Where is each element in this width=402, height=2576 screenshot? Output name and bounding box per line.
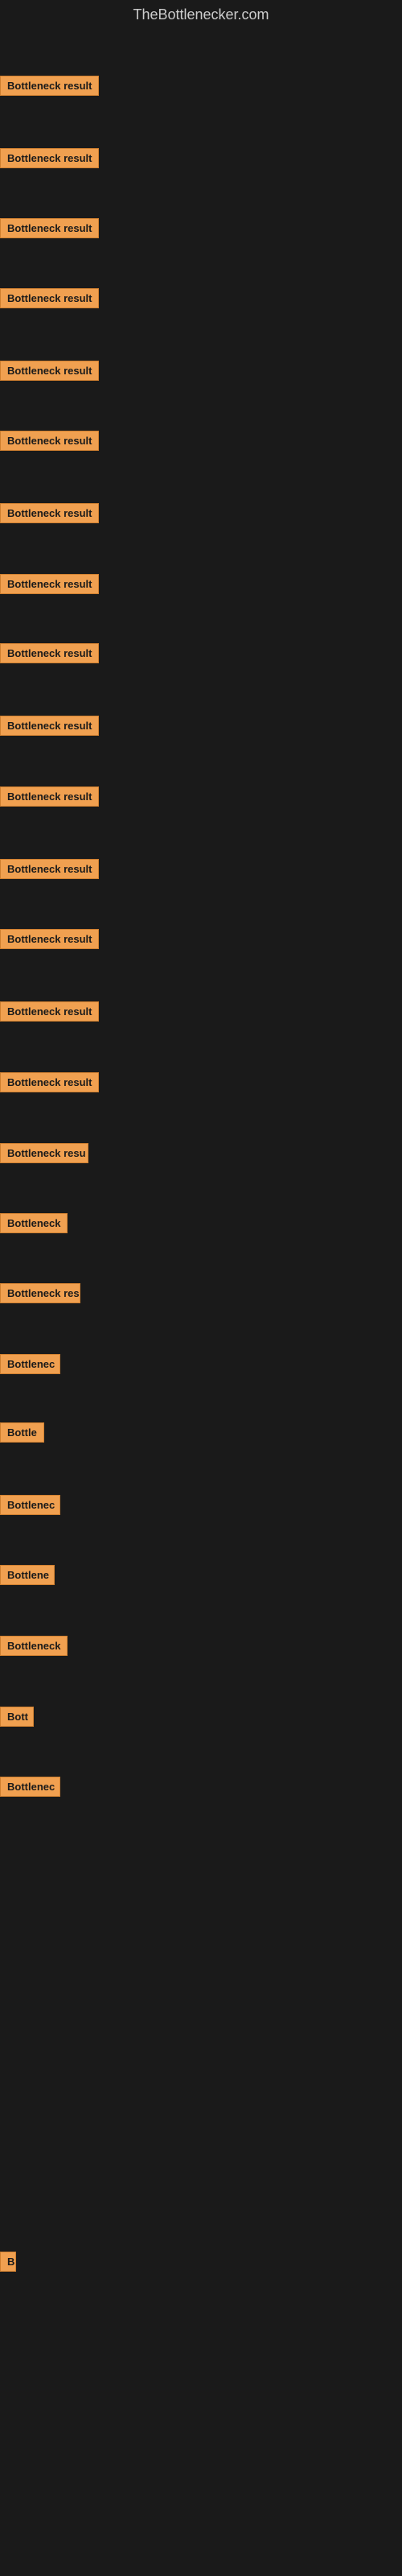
bottleneck-badge-20: Bottle (0, 1422, 44, 1443)
bottleneck-result-item-6: Bottleneck result (0, 431, 99, 455)
bottleneck-badge-3: Bottleneck result (0, 218, 99, 238)
bottleneck-result-item-3: Bottleneck result (0, 218, 99, 242)
bottleneck-badge-17: Bottleneck (0, 1213, 68, 1233)
bottleneck-result-item-16: Bottleneck resu (0, 1143, 88, 1167)
bottleneck-result-item-27: B (0, 2252, 16, 2276)
bottleneck-result-item-13: Bottleneck result (0, 929, 99, 953)
bottleneck-badge-4: Bottleneck result (0, 288, 99, 308)
bottleneck-badge-24: Bott (0, 1707, 34, 1727)
bottleneck-result-item-12: Bottleneck result (0, 859, 99, 883)
bottleneck-result-item-15: Bottleneck result (0, 1072, 99, 1096)
bottleneck-badge-23: Bottleneck (0, 1636, 68, 1656)
bottleneck-result-item-23: Bottleneck (0, 1636, 68, 1660)
bottleneck-badge-18: Bottleneck res (0, 1283, 80, 1303)
bottleneck-badge-27: B (0, 2252, 16, 2272)
bottleneck-result-item-4: Bottleneck result (0, 288, 99, 312)
bottleneck-result-item-7: Bottleneck result (0, 503, 99, 527)
bottleneck-badge-2: Bottleneck result (0, 148, 99, 168)
bottleneck-badge-25: Bottlenec (0, 1777, 60, 1797)
bottleneck-badge-14: Bottleneck result (0, 1001, 99, 1022)
bottleneck-badge-1: Bottleneck result (0, 76, 99, 96)
bottleneck-result-item-18: Bottleneck res (0, 1283, 80, 1307)
bottleneck-result-item-20: Bottle (0, 1422, 44, 1447)
bottleneck-result-item-24: Bott (0, 1707, 34, 1731)
bottleneck-badge-13: Bottleneck result (0, 929, 99, 949)
bottleneck-result-item-8: Bottleneck result (0, 574, 99, 598)
bottleneck-result-item-9: Bottleneck result (0, 643, 99, 667)
bottleneck-result-item-1: Bottleneck result (0, 76, 99, 100)
bottleneck-result-item-2: Bottleneck result (0, 148, 99, 172)
bottleneck-badge-5: Bottleneck result (0, 361, 99, 381)
bottleneck-badge-9: Bottleneck result (0, 643, 99, 663)
bottleneck-badge-11: Bottleneck result (0, 786, 99, 807)
bottleneck-result-item-21: Bottlenec (0, 1495, 60, 1519)
bottleneck-badge-15: Bottleneck result (0, 1072, 99, 1092)
bottleneck-badge-12: Bottleneck result (0, 859, 99, 879)
bottleneck-result-item-5: Bottleneck result (0, 361, 99, 385)
bottleneck-badge-8: Bottleneck result (0, 574, 99, 594)
bottleneck-result-item-11: Bottleneck result (0, 786, 99, 811)
bottleneck-result-item-14: Bottleneck result (0, 1001, 99, 1026)
bottleneck-badge-21: Bottlenec (0, 1495, 60, 1515)
bottleneck-result-item-25: Bottlenec (0, 1777, 60, 1801)
bottleneck-badge-16: Bottleneck resu (0, 1143, 88, 1163)
bottleneck-badge-6: Bottleneck result (0, 431, 99, 451)
bottleneck-result-item-19: Bottlenec (0, 1354, 60, 1378)
bottleneck-badge-22: Bottlene (0, 1565, 55, 1585)
bottleneck-badge-10: Bottleneck result (0, 716, 99, 736)
site-title: TheBottlenecker.com (0, 0, 402, 30)
bottleneck-result-item-10: Bottleneck result (0, 716, 99, 740)
bottleneck-result-item-22: Bottlene (0, 1565, 55, 1589)
bottleneck-badge-19: Bottlenec (0, 1354, 60, 1374)
bottleneck-badge-7: Bottleneck result (0, 503, 99, 523)
bottleneck-result-item-17: Bottleneck (0, 1213, 68, 1237)
